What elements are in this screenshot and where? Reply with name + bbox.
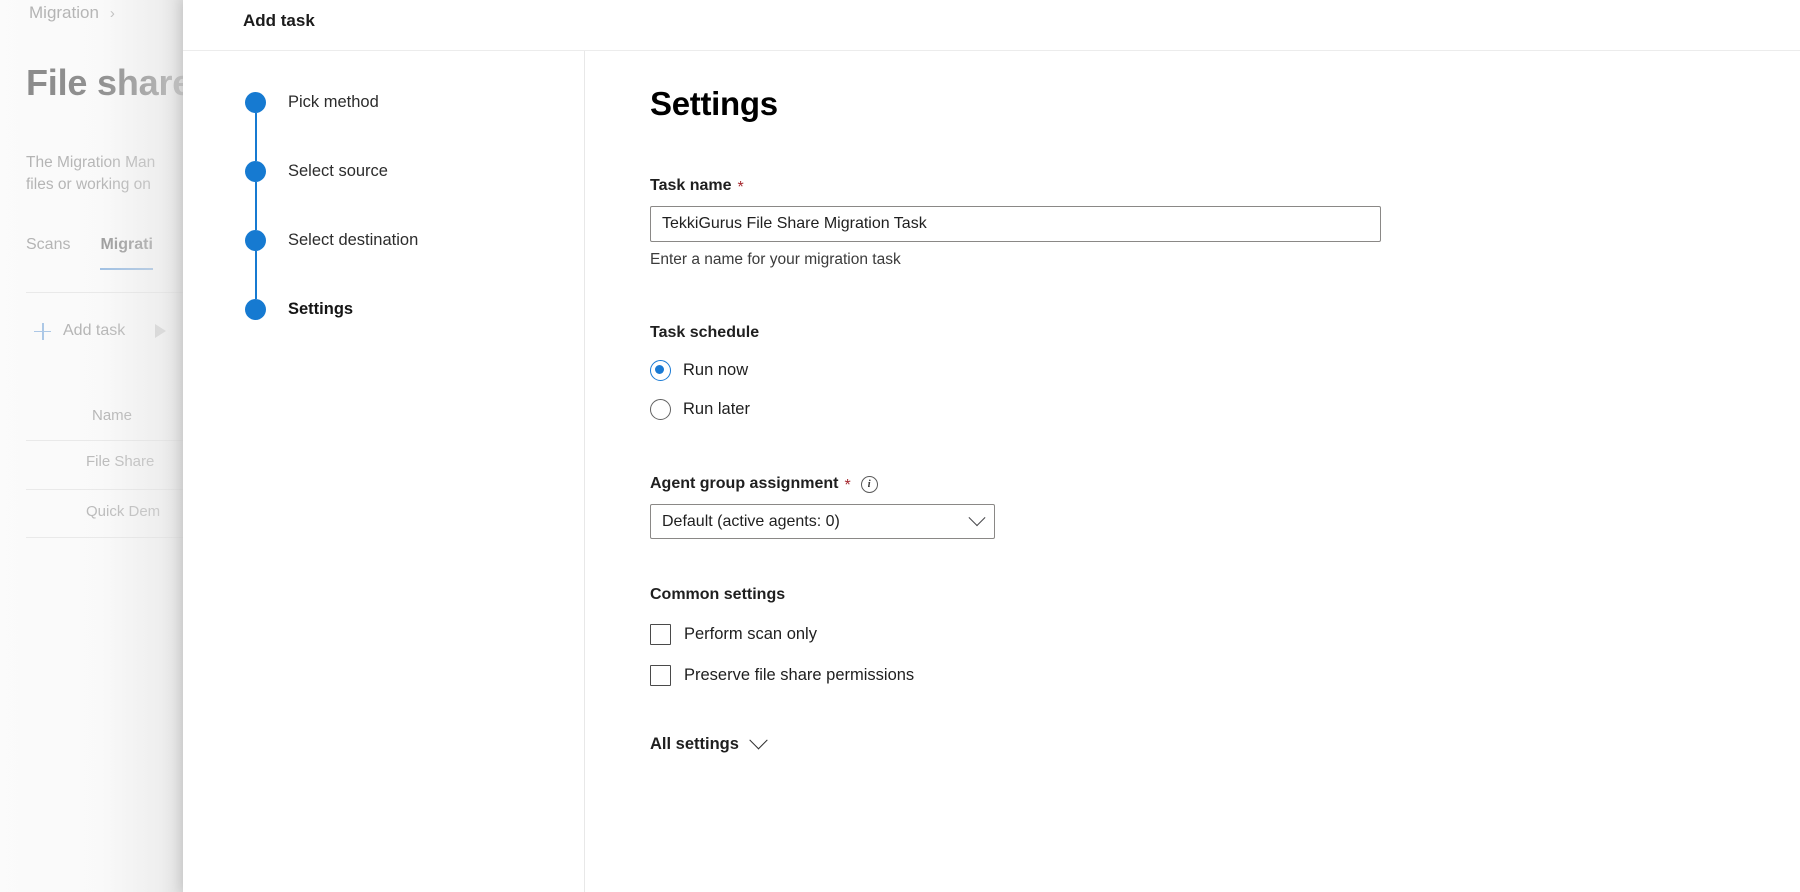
agent-group-label-row: Agent group assignment * i xyxy=(650,475,995,494)
radio-run-later-label: Run later xyxy=(683,400,750,418)
required-indicator: * xyxy=(844,477,851,494)
wizard-step-pick-method[interactable]: Pick method xyxy=(245,92,418,161)
settings-form: Settings Task name * Enter a name for yo… xyxy=(650,51,1800,892)
radio-icon-selected[interactable] xyxy=(650,360,671,381)
task-name-field-group: Task name * Enter a name for your migrat… xyxy=(650,177,1381,269)
wizard-step-label: Select source xyxy=(288,162,388,180)
add-task-panel: Add task Pick method Select source Selec… xyxy=(183,0,1800,892)
agent-group-label: Agent group assignment xyxy=(650,475,839,492)
plus-icon xyxy=(34,322,51,340)
wizard-step-select-source[interactable]: Select source xyxy=(245,161,418,230)
step-connector-line xyxy=(255,182,257,230)
table-row[interactable]: File Share xyxy=(86,453,154,470)
wizard-steps-rail: Pick method Select source Select destina… xyxy=(183,51,585,892)
radio-run-now[interactable]: Run now xyxy=(650,360,759,381)
tab-migrations[interactable]: Migrati xyxy=(100,236,153,270)
chevron-down-icon xyxy=(968,508,986,526)
common-settings-title: Common settings xyxy=(650,586,786,603)
wizard-step-select-destination[interactable]: Select destination xyxy=(245,230,419,299)
info-icon[interactable]: i xyxy=(860,475,878,493)
agent-group-selected-value: Default (active agents: 0) xyxy=(662,512,840,530)
wizard-steps: Pick method Select source Select destina… xyxy=(245,92,418,320)
all-settings-label: All settings xyxy=(650,735,739,753)
table-column-header-name: Name xyxy=(92,407,133,424)
app-root: Migration › File share The Migration Man… xyxy=(0,0,1800,892)
background-page-content: Migration › File share The Migration Man… xyxy=(0,0,183,892)
toolbar-divider xyxy=(26,292,183,293)
step-dot-icon xyxy=(245,161,266,182)
play-icon[interactable] xyxy=(155,324,167,338)
tab-list: Scans Migrati xyxy=(26,236,153,270)
wizard-step-label: Select destination xyxy=(288,231,419,249)
task-name-input[interactable] xyxy=(650,206,1381,242)
radio-run-now-label: Run now xyxy=(683,361,749,379)
add-task-button[interactable]: Add task xyxy=(34,322,125,340)
checkbox-icon[interactable] xyxy=(650,665,671,686)
wizard-step-label: Settings xyxy=(288,300,354,318)
radio-run-later[interactable]: Run later xyxy=(650,399,759,420)
step-dot-icon xyxy=(245,299,266,320)
agent-group-field-group: Agent group assignment * i Default (acti… xyxy=(650,475,995,539)
checkbox-preserve-permissions-label: Preserve file share permissions xyxy=(684,666,915,684)
all-settings-expander[interactable]: All settings xyxy=(650,731,768,754)
task-name-label-row: Task name * xyxy=(650,177,1381,196)
breadcrumb-item-migration[interactable]: Migration xyxy=(29,3,99,23)
checkbox-preserve-permissions[interactable]: Preserve file share permissions xyxy=(650,665,914,686)
command-bar: Add task xyxy=(34,322,167,340)
checkbox-perform-scan-only[interactable]: Perform scan only xyxy=(650,624,914,645)
table-row-divider xyxy=(26,537,183,538)
chevron-right-icon: › xyxy=(109,4,115,22)
chevron-down-icon xyxy=(749,731,768,750)
page-title: File share xyxy=(26,62,183,103)
panel-title: Add task xyxy=(243,11,315,30)
add-task-label: Add task xyxy=(63,322,126,339)
panel-header: Add task xyxy=(183,0,1800,51)
radio-icon-unselected[interactable] xyxy=(650,399,671,420)
table-header-divider xyxy=(26,440,183,441)
task-schedule-group: Task schedule Run now Run later xyxy=(650,324,759,420)
step-connector-line xyxy=(255,251,257,299)
background-page: Migration › File share The Migration Man… xyxy=(0,0,183,892)
panel-body: Pick method Select source Select destina… xyxy=(183,51,1800,892)
common-settings-group: Common settings Perform scan only Preser… xyxy=(650,586,914,686)
step-dot-icon xyxy=(245,92,266,113)
table-row[interactable]: Quick Dem xyxy=(86,503,160,520)
page-description: The Migration Man files or working on xyxy=(26,154,156,193)
step-connector-line xyxy=(255,113,257,161)
checkbox-perform-scan-only-label: Perform scan only xyxy=(684,625,817,643)
checkbox-icon[interactable] xyxy=(650,624,671,645)
tab-scans[interactable]: Scans xyxy=(26,236,70,268)
breadcrumb[interactable]: Migration › xyxy=(29,3,115,23)
table-row-divider xyxy=(26,489,183,490)
required-indicator: * xyxy=(737,179,744,196)
wizard-step-label: Pick method xyxy=(288,93,379,111)
settings-heading: Settings xyxy=(650,85,778,122)
agent-group-select[interactable]: Default (active agents: 0) xyxy=(650,504,995,539)
task-schedule-title: Task schedule xyxy=(650,324,760,341)
panel-content: Settings Task name * Enter a name for yo… xyxy=(585,51,1800,892)
task-name-hint: Enter a name for your migration task xyxy=(650,251,901,268)
step-dot-icon xyxy=(245,230,266,251)
wizard-step-settings[interactable]: Settings xyxy=(245,299,418,320)
task-name-label: Task name xyxy=(650,177,732,194)
